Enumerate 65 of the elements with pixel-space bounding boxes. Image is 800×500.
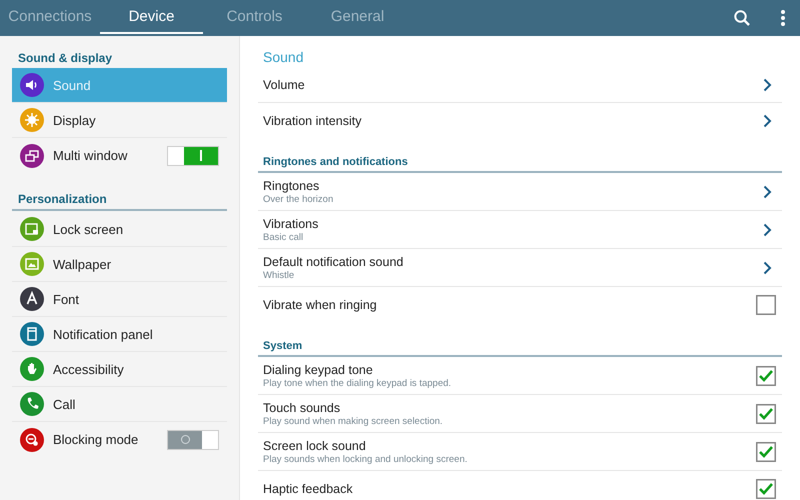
setting-row[interactable]: Touch sounds Play sound when making screen selection. xyxy=(258,395,782,433)
setting-label: Vibrations xyxy=(263,216,320,230)
sidebar-item[interactable]: Call xyxy=(12,387,227,422)
item-label: Wallpaper xyxy=(53,256,112,272)
section-title: Sound xyxy=(262,48,304,67)
sidebar-item[interactable]: Notification panel xyxy=(12,317,227,352)
setting-label: Ringtones xyxy=(263,178,320,192)
toggle-switch[interactable] xyxy=(167,430,219,450)
sidebar-item[interactable]: Accessibility xyxy=(12,352,227,387)
chevron-right-icon xyxy=(763,184,772,198)
setting-summary: Play tone when the dialing keypad is tapped. xyxy=(263,378,452,388)
tab[interactable]: Device xyxy=(100,0,203,34)
toggle-switch[interactable] xyxy=(167,146,219,166)
item-label: Blocking mode xyxy=(53,432,140,447)
setting-row[interactable]: Vibrate when ringing xyxy=(258,287,782,322)
setting-label: Haptic feedback xyxy=(263,482,354,496)
item-label: Call xyxy=(53,396,76,412)
setting-row[interactable]: Haptic feedback xyxy=(258,471,782,500)
setting-summary: Over the horizon xyxy=(263,194,334,204)
setting-summary: Basic call xyxy=(263,232,304,242)
item-label: Multi window xyxy=(53,148,128,163)
chevron-right-icon xyxy=(763,260,772,274)
checkbox[interactable] xyxy=(756,404,776,424)
setting-row[interactable]: Screen lock sound Play sounds when locking and unlocking screen. xyxy=(258,433,782,471)
more-options-icon[interactable] xyxy=(780,9,786,27)
setting-row[interactable]: Dialing keypad tone Play tone when the dialing keypad is tapped. xyxy=(258,357,782,395)
setting-row[interactable]: Vibration intensity xyxy=(258,103,782,138)
setting-label: Dialing keypad tone xyxy=(263,362,374,376)
setting-label: Touch sounds xyxy=(263,400,342,414)
sidebar-item[interactable]: Lock screen xyxy=(12,212,227,247)
group-heading: Personalization xyxy=(17,191,108,208)
checkbox[interactable] xyxy=(756,442,776,462)
sidebar-item[interactable]: Display xyxy=(12,103,227,138)
category-heading: Ringtones and notifications xyxy=(258,152,782,173)
setting-label: Default notification sound xyxy=(263,254,404,268)
setting-row[interactable]: Vibrations Basic call xyxy=(258,211,782,249)
chevron-right-icon xyxy=(763,78,772,92)
sidebar-item[interactable]: Font xyxy=(12,282,227,317)
chevron-right-icon xyxy=(763,114,772,128)
item-label: Display xyxy=(53,112,97,128)
item-label: Sound xyxy=(53,78,92,92)
setting-row[interactable]: Volume xyxy=(258,68,782,103)
sidebar-item[interactable]: Blocking mode xyxy=(12,422,227,457)
setting-row[interactable]: Ringtones Over the horizon xyxy=(258,173,782,211)
sidebar-item[interactable]: Multi window xyxy=(12,138,227,173)
setting-summary: Whistle xyxy=(263,270,296,280)
setting-summary: Play sound when making screen selection. xyxy=(263,416,444,426)
setting-label: Volume xyxy=(263,78,306,92)
category-heading: System xyxy=(258,336,782,357)
group-heading: Sound & display xyxy=(17,50,114,67)
item-label: Lock screen xyxy=(53,222,124,236)
item-label: Accessibility xyxy=(53,362,125,376)
item-label: Font xyxy=(53,292,80,306)
checkbox[interactable] xyxy=(756,478,776,498)
item-label: Notification panel xyxy=(53,326,154,342)
sidebar-item[interactable]: Wallpaper xyxy=(12,247,227,282)
setting-summary: Play sounds when locking and unlocking screen. xyxy=(263,454,468,464)
chevron-right-icon xyxy=(763,222,772,236)
checkbox[interactable] xyxy=(756,294,776,314)
setting-row[interactable]: Default notification sound Whistle xyxy=(258,249,782,287)
setting-label: Vibrate when ringing xyxy=(263,298,378,312)
setting-label: Vibration intensity xyxy=(263,114,362,128)
checkbox[interactable] xyxy=(756,366,776,386)
search-icon[interactable] xyxy=(733,9,751,27)
setting-label: Screen lock sound xyxy=(263,438,367,452)
